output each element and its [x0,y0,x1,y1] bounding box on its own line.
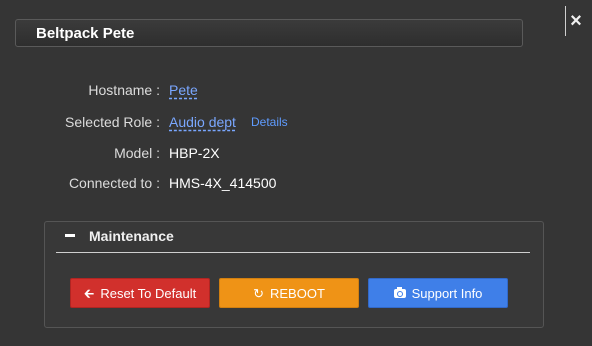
role-label: Selected Role : [65,114,160,130]
support-label: Support Info [411,286,483,301]
maintenance-panel: Maintenance 🡰 Reset To Default ↻ REBOOT Su… [44,221,544,328]
divider [56,252,530,253]
camera-icon [393,287,406,299]
dialog-title-bar: Beltpack Pete [15,19,523,47]
connected-value: HMS-4X_414500 [169,175,277,191]
model-value: HBP-2X [169,145,220,161]
connected-label: Connected to : [68,175,160,191]
role-row: Selected Role : Audio dept Details [0,112,592,132]
maintenance-toggle[interactable]: Maintenance [65,228,174,244]
role-details-link[interactable]: Details [251,112,288,132]
reboot-button[interactable]: ↻ REBOOT [219,278,359,308]
reset-label: Reset To Default [100,286,197,301]
dialog-title: Beltpack Pete [36,25,135,42]
refresh-icon: ↻ [253,286,264,301]
close-button[interactable]: × [565,6,586,36]
role-value[interactable]: Audio dept [169,112,236,132]
arrow-left-icon: 🡰 [83,286,95,301]
collapse-icon[interactable] [65,233,75,237]
close-icon[interactable]: × [570,10,582,32]
support-info-button[interactable]: Support Info [368,278,508,308]
reboot-label: REBOOT [270,286,325,301]
model-row: Model : HBP-2X [0,143,592,163]
reset-to-default-button[interactable]: 🡰 Reset To Default [70,278,210,308]
hostname-value[interactable]: Pete [169,80,198,100]
maintenance-title: Maintenance [89,228,174,244]
hostname-row: Hostname : Pete [0,80,592,100]
hostname-label: Hostname : [88,82,160,98]
connected-row: Connected to : HMS-4X_414500 [0,173,592,193]
model-label: Model : [114,145,160,161]
